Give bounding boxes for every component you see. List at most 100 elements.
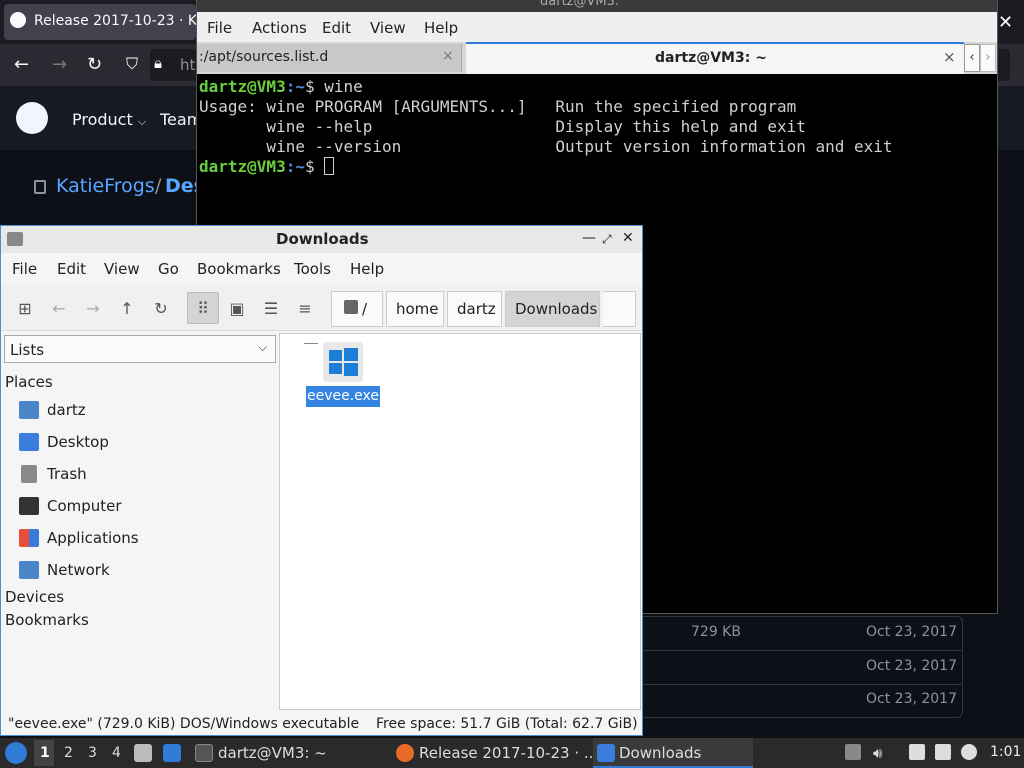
github-favicon-icon — [10, 12, 26, 28]
thumbnail-view-icon[interactable]: ▣ — [226, 298, 248, 320]
menu-edit[interactable]: Edit — [57, 260, 86, 278]
compact-view-icon[interactable]: ☰ — [260, 298, 282, 320]
tab-scroll-left-icon[interactable]: ‹ — [964, 44, 980, 72]
breadcrumb-dartz[interactable]: dartz — [447, 291, 502, 327]
sidebar-item-network[interactable]: Network — [47, 561, 110, 579]
menu-view[interactable]: View — [104, 260, 140, 278]
new-tab-icon[interactable]: ⊞ — [14, 298, 36, 320]
drive-icon — [344, 300, 358, 314]
terminal-tab-label: dartz@VM3: ~ — [655, 50, 767, 66]
up-icon[interactable]: ↑ — [116, 298, 138, 320]
breadcrumb-home[interactable]: home — [386, 291, 444, 327]
windows-exe-icon[interactable] — [323, 342, 363, 382]
url-text[interactable]: ht — [180, 56, 195, 74]
menu-go[interactable]: Go — [158, 260, 179, 278]
rubberband-mark — [304, 343, 318, 344]
terminal-cursor — [324, 157, 335, 175]
status-free-space: Free space: 51.7 GiB (Total: 62.7 GiB) — [376, 716, 638, 732]
reload-icon[interactable]: ↻ — [87, 54, 102, 75]
asset-date: Oct 23, 2017 — [866, 624, 957, 640]
desktop-icon — [19, 433, 39, 451]
prompt-user: dartz@VM3 — [199, 157, 286, 176]
menu-file[interactable]: File — [12, 260, 37, 278]
prompt-path: :~ — [285, 77, 305, 96]
sidebar-item-dartz[interactable]: dartz — [47, 401, 86, 419]
terminal-tab-label: :/apt/sources.list.d — [199, 49, 329, 65]
back-icon[interactable]: ← — [48, 298, 70, 320]
reload-icon[interactable]: ↻ — [150, 298, 172, 320]
clipboard-icon[interactable] — [909, 744, 925, 760]
forward-icon[interactable]: → — [52, 54, 67, 75]
section-devices: Devices — [5, 588, 65, 606]
task-downloads[interactable]: Downloads — [619, 744, 701, 762]
terminal-icon — [195, 744, 213, 762]
task-browser[interactable]: Release 2017-10-23 · ... — [419, 744, 598, 762]
workspace-2[interactable]: 2 — [64, 745, 73, 761]
sidebar-item-applications[interactable]: Applications — [47, 529, 139, 547]
file-manager-launcher-icon[interactable] — [134, 744, 152, 762]
breadcrumb-downloads[interactable]: Downloads — [505, 291, 600, 327]
back-icon[interactable]: ← — [14, 54, 29, 75]
prompt-user: dartz@VM3 — [199, 77, 286, 96]
lock-icon: 🔒︎ — [154, 54, 162, 72]
repo-owner-link[interactable]: KatieFrogs — [56, 175, 155, 197]
terminal-menu-help[interactable]: Help — [424, 19, 458, 37]
asset-date: Oct 23, 2017 — [866, 658, 957, 674]
tab-close-icon[interactable]: × — [442, 48, 454, 64]
updates-icon[interactable] — [845, 744, 861, 760]
sidebar-item-trash[interactable]: Trash — [47, 465, 87, 483]
workspace-4[interactable]: 4 — [112, 745, 121, 761]
applications-icon — [19, 529, 39, 547]
menu-bookmarks[interactable]: Bookmarks — [197, 260, 281, 278]
workspace-3[interactable]: 3 — [88, 745, 97, 761]
home-folder-icon — [19, 401, 39, 419]
file-name-label[interactable]: eevee.exe — [306, 386, 380, 407]
notifications-icon[interactable] — [961, 744, 977, 760]
workspace-1[interactable]: 1 — [40, 745, 50, 761]
firefox-icon — [396, 744, 414, 762]
sidebar-item-computer[interactable]: Computer — [47, 497, 122, 515]
chevron-down-icon: ⌵ — [258, 340, 268, 354]
detailed-view-icon[interactable]: ≡ — [294, 298, 316, 320]
trash-icon — [21, 465, 37, 483]
terminal-menu-view[interactable]: View — [370, 19, 406, 37]
network-icon — [19, 561, 39, 579]
window-title: Downloads — [276, 230, 369, 248]
prompt-symbol: $ — [304, 157, 325, 176]
desktop-launcher-icon[interactable] — [163, 744, 181, 762]
maximize-icon[interactable]: ⤢ — [602, 232, 612, 247]
section-bookmarks: Bookmarks — [5, 611, 89, 629]
breadcrumb-spacer — [603, 291, 636, 327]
tab-close-icon[interactable]: × — [943, 48, 956, 66]
terminal-menu-actions[interactable]: Actions — [252, 19, 307, 37]
output-line: wine --version Output version informatio… — [199, 137, 893, 156]
sidebar-item-desktop[interactable]: Desktop — [47, 433, 109, 451]
network-icon[interactable] — [935, 744, 951, 760]
close-icon[interactable]: ✕ — [622, 230, 634, 246]
sidebar-mode-select[interactable]: Lists — [4, 335, 276, 363]
icon-view-icon: ⠿ — [197, 299, 209, 318]
browser-tab[interactable]: Release 2017-10-23 · Ka — [4, 4, 196, 40]
output-line: wine --help Display this help and exit — [199, 117, 806, 136]
volume-icon[interactable]: 🔊︎ — [873, 744, 889, 762]
github-logo-icon[interactable] — [16, 102, 48, 134]
output-line: Usage: wine PROGRAM [ARGUMENTS...] Run t… — [199, 97, 797, 116]
menu-tools[interactable]: Tools — [294, 260, 331, 278]
terminal-title: dartz@VM3: — [540, 0, 620, 9]
prompt-symbol: $ — [304, 77, 325, 96]
menu-help[interactable]: Help — [350, 260, 384, 278]
tab-scroll-right-icon[interactable]: › — [980, 44, 996, 72]
forward-icon[interactable]: → — [82, 298, 104, 320]
repo-path-separator: / — [155, 175, 162, 197]
task-terminal[interactable]: dartz@VM3: ~ — [218, 744, 327, 762]
browser-close-icon[interactable]: ✕ — [998, 12, 1013, 33]
github-nav-product[interactable]: Product ⌵ — [72, 110, 146, 129]
shield-icon[interactable]: ⛉ — [126, 54, 138, 74]
terminal-menu-file[interactable]: File — [207, 19, 232, 37]
clock[interactable]: 1:01 — [990, 744, 1021, 760]
terminal-menu-edit[interactable]: Edit — [322, 19, 351, 37]
minimize-icon[interactable]: — — [582, 230, 596, 246]
section-places: Places — [5, 373, 53, 391]
computer-icon — [19, 497, 39, 515]
start-menu-icon[interactable] — [5, 742, 27, 764]
